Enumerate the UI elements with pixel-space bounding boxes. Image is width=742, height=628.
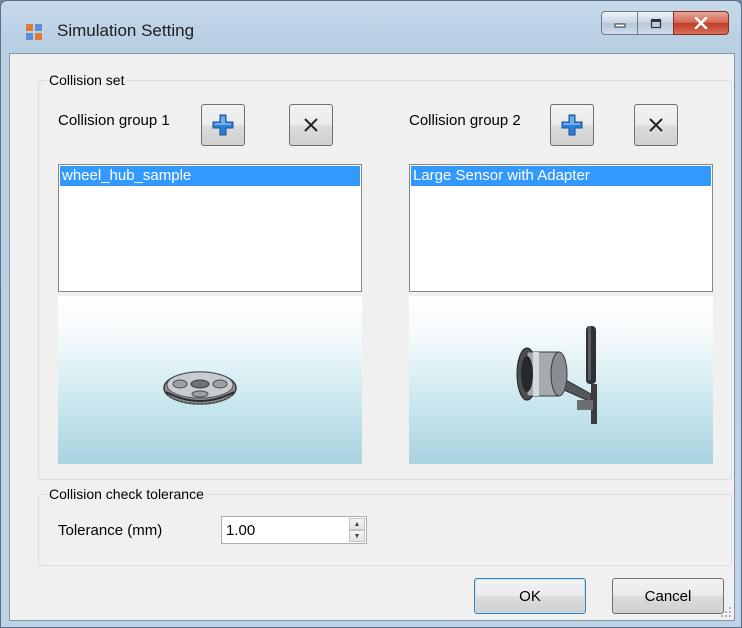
x-icon (649, 118, 663, 132)
collision-group-2-label: Collision group 2 (409, 112, 521, 129)
collision-tolerance-legend: Collision check tolerance (49, 486, 204, 502)
collision-group-1-label: Collision group 1 (58, 112, 170, 129)
collision-group-1-list[interactable]: wheel_hub_sample (58, 164, 362, 292)
spin-up-button[interactable]: ▲ (349, 518, 365, 530)
list-item[interactable]: Large Sensor with Adapter (411, 166, 711, 186)
collision-set-legend: Collision set (49, 72, 125, 88)
plus-icon (561, 114, 583, 136)
x-icon (304, 118, 318, 132)
arrow-up-icon: ▲ (353, 520, 361, 528)
close-icon (694, 17, 708, 29)
minimize-icon (614, 23, 625, 28)
plus-icon (212, 114, 234, 136)
maximize-icon (650, 18, 661, 28)
tolerance-input[interactable] (226, 519, 344, 541)
add-group-1-button[interactable] (201, 104, 245, 146)
simulation-setting-window: Simulation Setting Collision set Collisi… (0, 0, 742, 628)
title-bar[interactable]: Simulation Setting (1, 1, 741, 53)
spin-down-button[interactable]: ▼ (349, 530, 365, 542)
maximize-button[interactable] (637, 11, 673, 35)
arrow-down-icon: ▼ (353, 532, 361, 540)
resize-grip-icon[interactable] (720, 606, 732, 618)
collision-group-2-list[interactable]: Large Sensor with Adapter (409, 164, 713, 292)
remove-group-2-button[interactable] (634, 104, 678, 146)
cancel-button[interactable]: Cancel (612, 578, 724, 614)
tolerance-spinner[interactable]: ▲ ▼ (221, 516, 367, 544)
window-title: Simulation Setting (57, 21, 195, 40)
wheel-hub-model-image (163, 371, 237, 405)
sensor-adapter-model-image (516, 326, 597, 424)
minimize-button[interactable] (601, 11, 637, 35)
group-1-model-preview (58, 296, 362, 464)
list-item[interactable]: wheel_hub_sample (60, 166, 360, 186)
remove-group-1-button[interactable] (289, 104, 333, 146)
add-group-2-button[interactable] (550, 104, 594, 146)
ok-button[interactable]: OK (474, 578, 586, 614)
spinner-buttons: ▲ ▼ (349, 518, 365, 542)
app-window-icon (26, 24, 42, 40)
dialog-client-area: Collision set Collision group 1 wheel_hu… (9, 53, 735, 621)
group-2-model-preview (409, 296, 713, 464)
caption-buttons (601, 11, 729, 39)
tolerance-label: Tolerance (mm) (58, 522, 163, 539)
close-button[interactable] (673, 11, 729, 35)
